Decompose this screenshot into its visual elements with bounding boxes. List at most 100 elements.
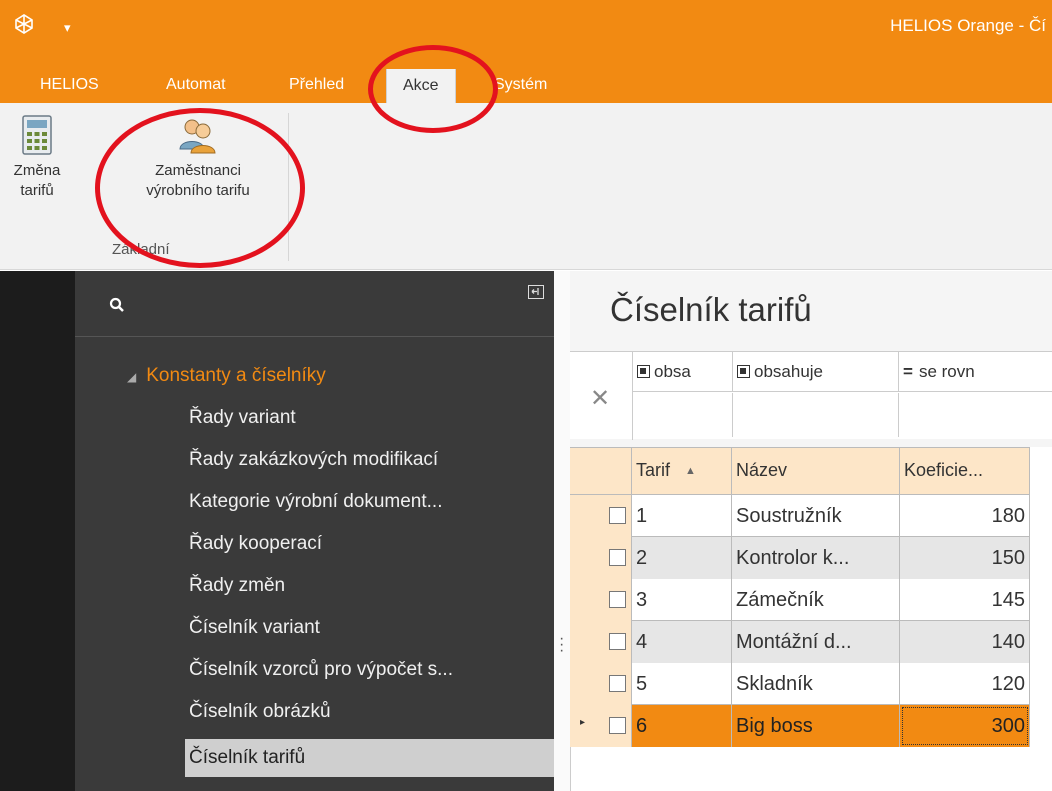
cell-koeficient[interactable]: 120: [900, 663, 1030, 705]
tab-automat[interactable]: Automat: [166, 76, 226, 94]
zamestnanci-label-1: Zaměstnanci: [155, 162, 241, 179]
column-header-koeficient[interactable]: Koeficie...: [900, 448, 1030, 496]
filter-input-nazev[interactable]: [733, 393, 899, 437]
cell-tarif[interactable]: 1: [632, 495, 732, 537]
filter-operator-koeficient[interactable]: = se rovn: [899, 352, 1052, 392]
row-indicator[interactable]: [570, 621, 632, 663]
row-indicator[interactable]: [570, 663, 632, 705]
nav-item-rady-kooperaci[interactable]: Řady kooperací: [185, 525, 554, 563]
search-icon[interactable]: [109, 297, 125, 313]
expand-triangle-icon[interactable]: ◢: [127, 370, 136, 384]
nav-item-ciselnik-variant[interactable]: Číselník variant: [185, 609, 554, 647]
tab-system[interactable]: Systém: [494, 76, 547, 94]
filter-input-koeficient[interactable]: [899, 393, 1052, 437]
sort-ascending-icon: ▲: [685, 465, 696, 477]
cell-koeficient[interactable]: 300: [900, 705, 1030, 747]
filter-row: ✕ obsa obsahuje = se rovn: [570, 351, 1052, 440]
cell-tarif[interactable]: 5: [632, 663, 732, 705]
nav-search-bar[interactable]: [75, 271, 554, 337]
data-grid: Tarif ▲ Název Koeficie... 1 Soustružník …: [570, 447, 1052, 791]
table-row[interactable]: 2 Kontrolor k... 150: [570, 537, 1030, 579]
filter-input-tarif[interactable]: [633, 393, 733, 437]
current-row-arrow-icon: ▸: [580, 717, 586, 728]
table-row[interactable]: 3 Zámečník 145: [570, 579, 1030, 621]
cell-tarif[interactable]: 3: [632, 579, 732, 621]
cell-tarif[interactable]: 4: [632, 621, 732, 663]
grid-header: Tarif ▲ Název Koeficie...: [570, 447, 1030, 496]
nav-item-rady-variant[interactable]: Řady variant: [185, 399, 554, 437]
contains-icon: [637, 365, 650, 378]
row-indicator[interactable]: [570, 579, 632, 621]
filter-operator-tarif-label: obsa: [654, 362, 691, 381]
nav-item-ciselnik-tarifu[interactable]: Číselník tarifů: [185, 739, 554, 777]
window-title: HELIOS Orange - Čí: [890, 16, 1046, 35]
zamestnanci-vyrobniho-tarifu-button[interactable]: Zaměstnanci výrobního tarifu: [118, 115, 278, 201]
table-row[interactable]: 5 Skladník 120: [570, 663, 1030, 705]
nav-category[interactable]: ◢ Konstanty a číselníky: [127, 365, 326, 387]
cell-nazev[interactable]: Soustružník: [732, 495, 900, 537]
row-checkbox[interactable]: [609, 507, 626, 524]
page-title: Číselník tarifů: [610, 291, 812, 328]
tab-helios[interactable]: HELIOS: [40, 76, 99, 94]
people-icon: [179, 119, 216, 154]
tab-akce[interactable]: Akce: [386, 69, 456, 103]
row-checkbox[interactable]: [609, 591, 626, 608]
ribbon-panel: Změna tarifů Zaměstnanci výrobního tarif…: [0, 103, 1052, 270]
ribbon-tab-bar: HELIOS Automat Přehled Akce Systém: [0, 65, 1052, 103]
table-row[interactable]: 4 Montážní d... 140: [570, 621, 1030, 663]
cell-koeficient[interactable]: 150: [900, 537, 1030, 579]
row-checkbox[interactable]: [609, 549, 626, 566]
row-checkbox[interactable]: [609, 717, 626, 734]
cell-koeficient[interactable]: 180: [900, 495, 1030, 537]
row-indicator[interactable]: [570, 495, 632, 537]
panel-splitter[interactable]: · · ·: [554, 271, 570, 791]
cell-koeficient[interactable]: 140: [900, 621, 1030, 663]
cell-nazev[interactable]: Skladník: [732, 663, 900, 705]
cell-nazev[interactable]: Montážní d...: [732, 621, 900, 663]
nav-item-ciselnik-vzorcu[interactable]: Číselník vzorců pro výpočet s...: [185, 651, 554, 689]
nav-item-ciselnik-obrazku[interactable]: Číselník obrázků: [185, 693, 554, 731]
row-indicator[interactable]: [570, 537, 632, 579]
column-header-tarif[interactable]: Tarif ▲: [632, 448, 732, 496]
helios-logo-icon[interactable]: [12, 12, 36, 36]
ribbon-group-separator: [288, 113, 289, 261]
table-row[interactable]: 1 Soustružník 180: [570, 495, 1030, 537]
equals-icon: =: [903, 362, 913, 381]
header-corner: [570, 448, 632, 496]
filter-operator-nazev-label: obsahuje: [754, 362, 824, 381]
grid-left-border: [570, 747, 571, 791]
cell-tarif[interactable]: 2: [632, 537, 732, 579]
collapse-panel-icon[interactable]: [528, 285, 544, 299]
filter-operator-koeficient-label: se rovn: [918, 362, 975, 381]
nav-item-rady-zakazkovych-modifikaci[interactable]: Řady zakázkových modifikací: [185, 441, 554, 479]
cell-nazev[interactable]: Big boss: [732, 705, 900, 747]
row-checkbox[interactable]: [609, 633, 626, 650]
ribbon-group-label: Základní: [112, 241, 170, 258]
filter-operator-nazev[interactable]: obsahuje: [733, 352, 899, 392]
splitter-grip-icon[interactable]: · · ·: [559, 631, 564, 659]
zmena-tarifu-label-1: Změna: [13, 162, 61, 179]
cell-tarif[interactable]: 6: [632, 705, 732, 747]
tab-prehled[interactable]: Přehled: [289, 76, 344, 94]
contains-icon: [737, 365, 750, 378]
column-header-tarif-label: Tarif: [636, 460, 671, 480]
zmena-tarifu-label-2: tarifů: [20, 182, 54, 199]
cell-koeficient[interactable]: 145: [900, 579, 1030, 621]
quick-access-dropdown[interactable]: ▾: [64, 20, 71, 36]
title-bar: ▾ HELIOS Orange - Čí: [0, 0, 1052, 65]
nav-item-kategorie-vyrobni-dokumentace[interactable]: Kategorie výrobní dokument...: [185, 483, 554, 521]
column-header-nazev[interactable]: Název: [732, 448, 900, 496]
clear-filter-icon[interactable]: ✕: [590, 384, 610, 413]
zamestnanci-label-2: výrobního tarifu: [146, 182, 250, 199]
zmena-tarifu-button[interactable]: Změna tarifů: [2, 115, 72, 201]
row-checkbox[interactable]: [609, 675, 626, 692]
left-dark-strip: [0, 271, 75, 791]
nav-item-rady-zmen[interactable]: Řady změn: [185, 567, 554, 605]
calculator-icon: [22, 115, 52, 155]
cell-nazev[interactable]: Zámečník: [732, 579, 900, 621]
table-row-selected[interactable]: ▸ 6 Big boss 300: [570, 705, 1030, 747]
navigation-panel: ◢ Konstanty a číselníky Řady variant Řady…: [75, 271, 554, 791]
cell-nazev[interactable]: Kontrolor k...: [732, 537, 900, 579]
row-indicator[interactable]: ▸: [570, 705, 632, 747]
filter-operator-tarif[interactable]: obsa: [633, 352, 733, 392]
